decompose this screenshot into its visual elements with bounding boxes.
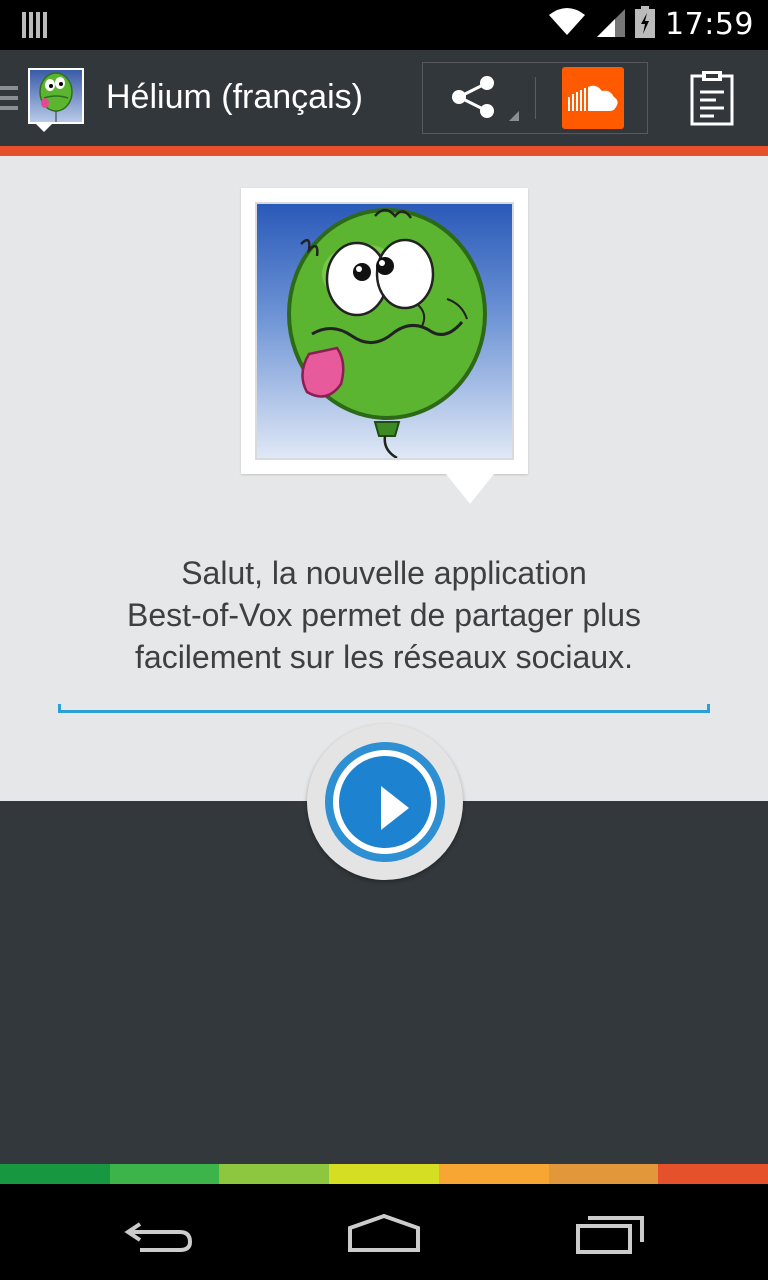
share-button[interactable]	[423, 63, 535, 133]
message-line: Salut, la nouvelle application	[181, 555, 587, 591]
strip-segment	[109, 1164, 220, 1184]
clipboard-button[interactable]	[690, 70, 734, 126]
home-button[interactable]	[344, 1212, 424, 1256]
strip-segment	[0, 1164, 110, 1184]
menu-icon[interactable]	[0, 86, 20, 114]
strip-segment	[329, 1164, 439, 1184]
app-logo-tail	[36, 124, 52, 132]
strip-segment	[219, 1164, 330, 1184]
share-icon	[452, 76, 519, 121]
message-line: facilement sur les réseaux sociaux.	[135, 639, 633, 675]
accent-line	[0, 146, 768, 156]
clock: 17:59	[665, 6, 754, 42]
home-icon	[348, 1213, 420, 1252]
notification-icon	[22, 10, 48, 44]
signal-icon	[597, 7, 626, 41]
soundcloud-button[interactable]	[562, 67, 624, 129]
color-strip	[0, 1164, 768, 1184]
content-area: Salut, la nouvelle application Best-of-V…	[0, 156, 768, 801]
voice-picture-frame[interactable]	[241, 188, 528, 474]
play-button[interactable]	[325, 742, 445, 862]
recents-icon	[576, 1216, 644, 1254]
soundcloud-icon	[568, 85, 618, 111]
text-field-underline	[58, 704, 710, 713]
message-line: Best-of-Vox permet de partager plus	[126, 597, 642, 633]
action-group	[422, 62, 648, 134]
navigation-bar	[0, 1184, 768, 1280]
app-title: Hélium (français)	[106, 78, 363, 116]
strip-segment	[658, 1164, 768, 1184]
app-logo[interactable]	[28, 68, 84, 124]
divider	[535, 77, 536, 119]
play-ring	[333, 750, 437, 854]
recents-button[interactable]	[570, 1212, 650, 1256]
strip-segment	[548, 1164, 659, 1184]
play-button-container	[307, 724, 463, 880]
action-bar: Hélium (français)	[0, 50, 768, 146]
strip-segment	[438, 1164, 549, 1184]
balloon-picture	[255, 202, 514, 460]
message-text-field[interactable]: Salut, la nouvelle application Best-of-V…	[40, 552, 728, 678]
clipboard-icon	[690, 71, 734, 126]
wifi-icon	[547, 7, 587, 41]
status-bar: 17:59	[0, 0, 768, 50]
back-icon	[124, 1222, 193, 1252]
back-button[interactable]	[120, 1212, 200, 1256]
picture-tail	[446, 474, 494, 504]
battery-icon	[635, 6, 656, 42]
play-icon	[381, 786, 409, 830]
